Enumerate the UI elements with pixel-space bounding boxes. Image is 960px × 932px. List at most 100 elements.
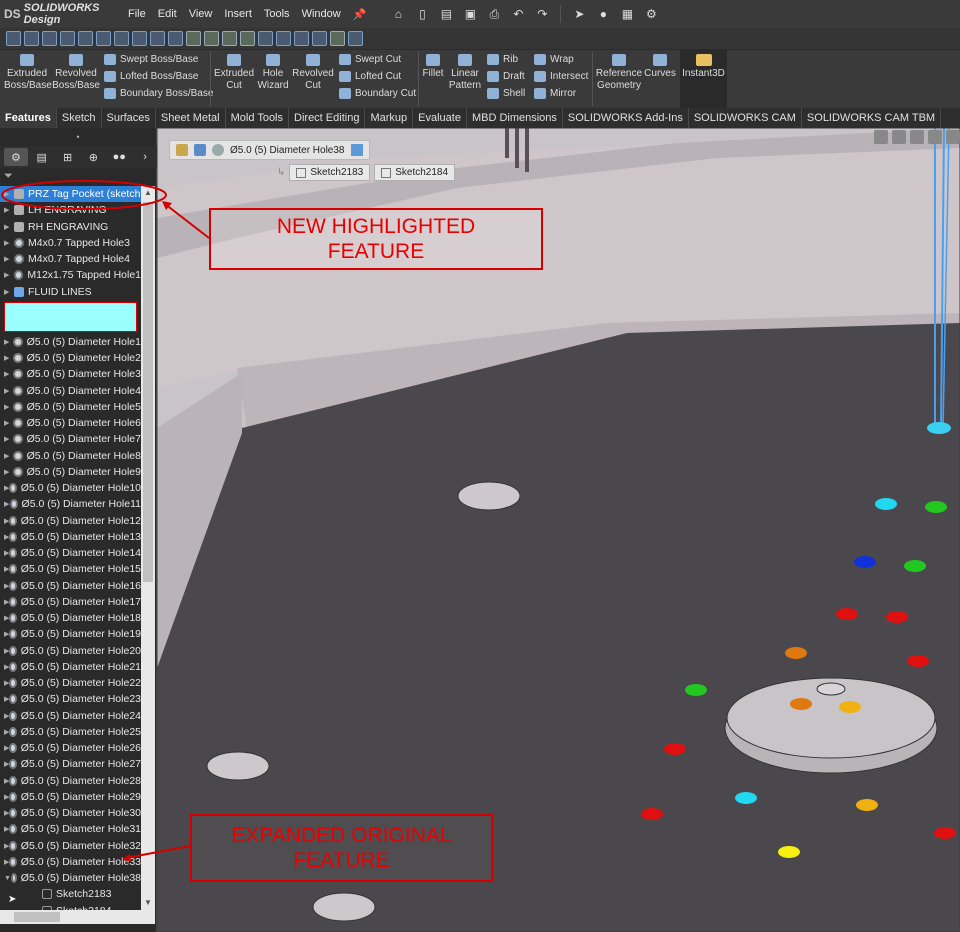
tab-mold-tools[interactable]: Mold Tools bbox=[226, 108, 290, 128]
collapse-arrow-icon[interactable]: ▶ bbox=[4, 370, 13, 378]
tree-item-hole[interactable]: ▶ Ø5.0 (5) Diameter Hole28 bbox=[0, 773, 141, 789]
tree-item-hole[interactable]: ▶ Ø5.0 (5) Diameter Hole1 bbox=[0, 334, 141, 350]
tree-item[interactable]: ▶ RH ENGRAVING bbox=[0, 219, 141, 235]
menu-edit[interactable]: Edit bbox=[152, 8, 183, 21]
scroll-down-icon[interactable]: ▼ bbox=[141, 896, 155, 910]
tree-item-hole[interactable]: ▶ Ø5.0 (5) Diameter Hole26 bbox=[0, 740, 141, 756]
collapse-arrow-icon[interactable]: ▶ bbox=[4, 288, 14, 296]
filter-icon[interactable]: ⏷ bbox=[4, 170, 13, 183]
collapse-arrow-icon[interactable]: ▶ bbox=[4, 239, 14, 247]
tab-sketch[interactable]: Sketch bbox=[57, 108, 102, 128]
lofted-cut-button[interactable]: Lofted Cut bbox=[339, 71, 401, 82]
toolbar-icon[interactable] bbox=[204, 31, 219, 46]
tab-solidworks-cam[interactable]: SOLIDWORKS CAM bbox=[689, 108, 802, 128]
toolbar-icon[interactable] bbox=[6, 31, 21, 46]
tree-item-hole[interactable]: ▶ Ø5.0 (5) Diameter Hole3 bbox=[0, 366, 141, 382]
new-document-icon[interactable]: ▯ bbox=[412, 5, 432, 23]
tree-item-hole[interactable]: ▶ Ø5.0 (5) Diameter Hole31 bbox=[0, 821, 141, 837]
tree-item-hole[interactable]: ▶ Ø5.0 (5) Diameter Hole29 bbox=[0, 789, 141, 805]
sketch-crumb[interactable]: Sketch2183 bbox=[289, 164, 371, 181]
tree-item[interactable]: ▶ LH ENGRAVING bbox=[0, 202, 141, 218]
appearance-icon[interactable] bbox=[330, 31, 345, 46]
assembly-icon[interactable] bbox=[176, 144, 188, 156]
toolbar-icon[interactable] bbox=[42, 31, 57, 46]
toolbar-icon[interactable] bbox=[240, 31, 255, 46]
revolved-cut-button[interactable]: Revolved Cut bbox=[292, 52, 334, 92]
display-manager-tab-icon[interactable]: ●● bbox=[107, 148, 131, 166]
tree-horizontal-scrollbar[interactable] bbox=[0, 910, 155, 924]
property-manager-tab-icon[interactable]: ▤ bbox=[30, 148, 54, 166]
hole-wizard-button[interactable]: Hole Wizard bbox=[254, 52, 292, 92]
tree-item-hole[interactable]: ▶ Ø5.0 (5) Diameter Hole15 bbox=[0, 561, 141, 577]
tree-item-hole[interactable]: ▶ Ø5.0 (5) Diameter Hole10 bbox=[0, 480, 141, 496]
sketch-square-icon[interactable] bbox=[350, 144, 363, 156]
swept-boss-button[interactable]: Swept Boss/Base bbox=[104, 54, 198, 65]
view-orientation-icon[interactable] bbox=[946, 130, 960, 144]
toolbar-icon[interactable] bbox=[96, 31, 111, 46]
tree-item-hole[interactable]: ▶ Ø5.0 (5) Diameter Hole20 bbox=[0, 643, 141, 659]
tab-solidworks-cam-tbm[interactable]: SOLIDWORKS CAM TBM bbox=[802, 108, 942, 128]
tree-item[interactable]: ▶ M4x0.7 Tapped Hole3 bbox=[0, 235, 141, 251]
part-icon[interactable] bbox=[194, 144, 206, 156]
draft-button[interactable]: Draft bbox=[487, 71, 525, 82]
collapse-arrow-icon[interactable]: ▶ bbox=[4, 435, 13, 443]
tab-direct-editing[interactable]: Direct Editing bbox=[289, 108, 366, 128]
scroll-up-icon[interactable]: ▲ bbox=[141, 186, 155, 200]
display-icon[interactable] bbox=[348, 31, 363, 46]
collapse-arrow-icon[interactable]: ▶ bbox=[4, 468, 13, 476]
tree-item[interactable]: ▶ FLUID LINES bbox=[0, 284, 141, 300]
tree-item-sketch[interactable]: Sketch2183 bbox=[0, 886, 141, 902]
home-icon[interactable]: ⌂ bbox=[388, 5, 408, 23]
shell-button[interactable]: Shell bbox=[487, 88, 525, 99]
scroll-thumb[interactable] bbox=[14, 912, 60, 922]
file-properties-icon[interactable]: ▦ bbox=[617, 5, 637, 23]
configuration-manager-tab-icon[interactable]: ⊞ bbox=[56, 148, 80, 166]
instant3d-button[interactable]: Instant3D bbox=[680, 50, 727, 108]
tree-item-sketch[interactable]: Sketch2184 bbox=[0, 903, 141, 910]
collapse-arrow-icon[interactable]: ▶ bbox=[4, 223, 14, 231]
swept-cut-button[interactable]: Swept Cut bbox=[339, 54, 401, 65]
toolbar-icon[interactable] bbox=[222, 31, 237, 46]
tree-item-hole[interactable]: ▶ Ø5.0 (5) Diameter Hole25 bbox=[0, 724, 141, 740]
menu-view[interactable]: View bbox=[183, 8, 219, 21]
redo-icon[interactable]: ↷ bbox=[532, 5, 552, 23]
scroll-thumb[interactable] bbox=[143, 202, 153, 582]
breadcrumb-feature-label[interactable]: Ø5.0 (5) Diameter Hole38 bbox=[230, 145, 345, 156]
tree-item-hole[interactable]: ▶ Ø5.0 (5) Diameter Hole32 bbox=[0, 838, 141, 854]
tree-item-hole[interactable]: ▶ Ø5.0 (5) Diameter Hole23 bbox=[0, 691, 141, 707]
open-icon[interactable]: ▤ bbox=[436, 5, 456, 23]
feature-manager-tab-icon[interactable]: ⚙ bbox=[4, 148, 28, 166]
zoom-to-fit-icon[interactable] bbox=[874, 130, 888, 144]
previous-view-icon[interactable] bbox=[910, 130, 924, 144]
toolbar-icon[interactable] bbox=[276, 31, 291, 46]
reference-geometry-button[interactable]: Reference Geometry bbox=[594, 52, 644, 92]
tab-surfaces[interactable]: Surfaces bbox=[102, 108, 156, 128]
hole-feature-icon[interactable] bbox=[212, 144, 224, 156]
tree-item-hole[interactable]: ▶ Ø5.0 (5) Diameter Hole21 bbox=[0, 659, 141, 675]
collapse-arrow-icon[interactable]: ▶ bbox=[4, 206, 14, 214]
collapse-arrow-icon[interactable]: ▶ bbox=[4, 419, 13, 427]
print-icon[interactable]: ⎙ bbox=[484, 5, 504, 23]
rebuild-icon[interactable]: ● bbox=[593, 5, 613, 23]
save-icon[interactable]: ▣ bbox=[460, 5, 480, 23]
tree-item-hole[interactable]: ▶ Ø5.0 (5) Diameter Hole8 bbox=[0, 448, 141, 464]
tab-mbd-dimensions[interactable]: MBD Dimensions bbox=[467, 108, 563, 128]
tree-item-hole[interactable]: ▶ Ø5.0 (5) Diameter Hole30 bbox=[0, 805, 141, 821]
extruded-cut-button[interactable]: Extruded Cut bbox=[212, 52, 256, 92]
tree-item-hole[interactable]: ▶ Ø5.0 (5) Diameter Hole33 bbox=[0, 854, 141, 870]
extruded-boss-button[interactable]: Extruded Boss/Base bbox=[4, 52, 52, 92]
tree-item-hole[interactable]: ▶ Ø5.0 (5) Diameter Hole4 bbox=[0, 383, 141, 399]
toolbar-icon[interactable] bbox=[78, 31, 93, 46]
rib-button[interactable]: Rib bbox=[487, 54, 518, 65]
select-icon[interactable]: ➤ bbox=[569, 5, 589, 23]
collapse-arrow-icon[interactable]: ▶ bbox=[4, 190, 14, 198]
options-gear-icon[interactable]: ⚙ bbox=[641, 5, 661, 23]
tree-item[interactable]: ▶ M12x1.75 Tapped Hole1 bbox=[0, 267, 141, 283]
tree-item-hole[interactable]: ▶ Ø5.0 (5) Diameter Hole2 bbox=[0, 350, 141, 366]
tree-item-hole[interactable]: ▶ Ø5.0 (5) Diameter Hole22 bbox=[0, 675, 141, 691]
tree-vertical-scrollbar[interactable]: ▲ ▼ bbox=[141, 186, 155, 910]
tree-item-hole[interactable]: ▶ Ø5.0 (5) Diameter Hole5 bbox=[0, 399, 141, 415]
toolbar-icon[interactable] bbox=[132, 31, 147, 46]
tab-features[interactable]: Features bbox=[0, 108, 57, 128]
tree-item-hole[interactable]: ▶ Ø5.0 (5) Diameter Hole9 bbox=[0, 464, 141, 480]
